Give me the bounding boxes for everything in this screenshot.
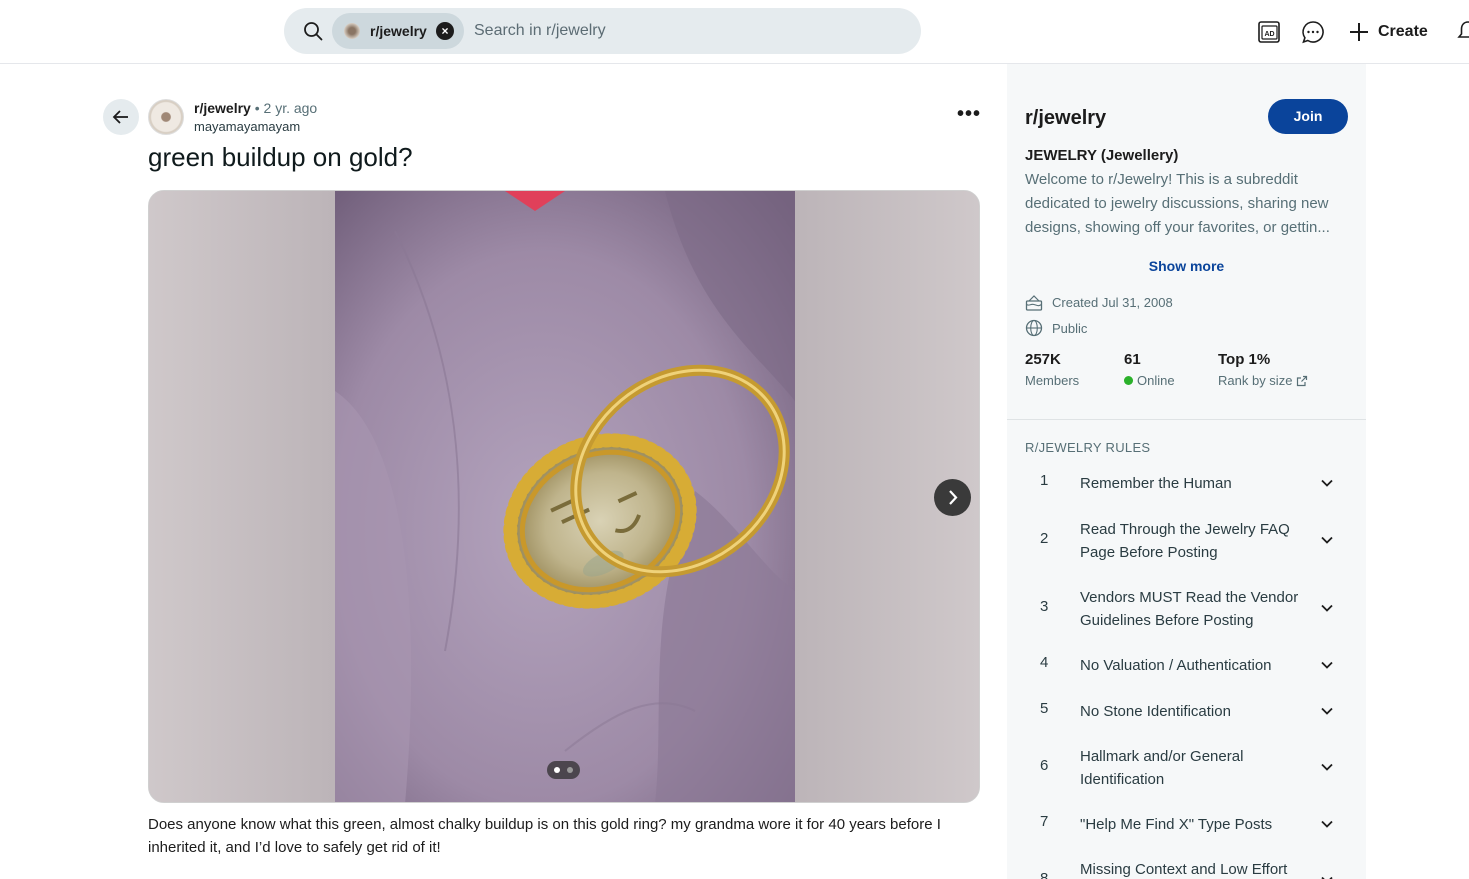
rule-text: Remember the Human bbox=[1080, 475, 1232, 492]
search-bar[interactable]: r/jewelry × Search in r/jewelry bbox=[284, 8, 921, 54]
gallery-backdrop-left bbox=[149, 191, 335, 802]
search-input[interactable]: Search in r/jewelry bbox=[474, 22, 606, 40]
rule-text: Hallmark and/or General Identification bbox=[1080, 748, 1244, 788]
show-more-link[interactable]: Show more bbox=[1007, 258, 1366, 274]
online-count: 61 bbox=[1124, 351, 1141, 368]
chat-icon[interactable] bbox=[1300, 19, 1326, 45]
meta-separator: • bbox=[254, 100, 260, 116]
next-image-button[interactable] bbox=[934, 479, 971, 516]
post-title: green buildup on gold? bbox=[148, 142, 413, 172]
rule-number: 6 bbox=[1040, 757, 1049, 774]
ring-photo bbox=[335, 191, 795, 802]
rule-text: Vendors MUST Read the Vendor Guidelines … bbox=[1080, 589, 1299, 629]
rank-label: Rank by size bbox=[1218, 373, 1293, 388]
rule-text: Missing Context and Low Effort bbox=[1080, 861, 1288, 878]
gallery-pager bbox=[547, 761, 580, 779]
post-author[interactable]: mayamayamayam bbox=[194, 119, 300, 134]
chevron-down-icon bbox=[1321, 707, 1333, 715]
search-icon bbox=[304, 22, 323, 41]
rule-number: 8 bbox=[1040, 870, 1049, 879]
chevron-down-icon bbox=[1321, 763, 1333, 771]
chevron-down-icon bbox=[1321, 604, 1333, 612]
subreddit-link[interactable]: r/jewelry bbox=[194, 100, 251, 116]
create-button[interactable]: Create bbox=[1348, 18, 1428, 46]
sidebar-divider bbox=[1007, 419, 1366, 420]
clear-scope-icon[interactable]: × bbox=[436, 22, 454, 40]
search-chip-label: r/jewelry bbox=[370, 23, 427, 39]
rule-text: No Valuation / Authentication bbox=[1080, 657, 1272, 674]
rank-stat[interactable]: Top 1% Rank by size bbox=[1218, 351, 1308, 388]
online-label: Online bbox=[1137, 373, 1175, 388]
rule-number: 1 bbox=[1040, 472, 1049, 489]
plus-icon bbox=[1350, 23, 1368, 41]
rule-text: Read Through the Jewelry FAQ Page Before… bbox=[1080, 521, 1290, 561]
rules-heading: R/JEWELRY RULES bbox=[1025, 440, 1151, 455]
top-header: r/jewelry × Search in r/jewelry AD Creat… bbox=[0, 0, 1469, 64]
members-label: Members bbox=[1025, 373, 1080, 388]
chevron-down-icon bbox=[1321, 479, 1333, 487]
chevron-right-icon bbox=[949, 490, 958, 505]
online-dot-icon bbox=[1124, 376, 1133, 385]
pager-dot-active bbox=[554, 767, 560, 773]
svg-text:AD: AD bbox=[1264, 31, 1274, 38]
chevron-down-icon bbox=[1321, 820, 1333, 828]
rule-number: 3 bbox=[1040, 598, 1049, 615]
community-title: JEWELRY (Jewellery) bbox=[1025, 147, 1179, 164]
search-scope-chip[interactable]: r/jewelry × bbox=[332, 13, 464, 49]
rule-number: 4 bbox=[1040, 654, 1049, 671]
post-age: 2 yr. ago bbox=[263, 100, 318, 116]
rule-number: 5 bbox=[1040, 700, 1049, 717]
created-date: Created Jul 31, 2008 bbox=[1052, 295, 1173, 310]
post-meta: r/jewelry • 2 yr. ago bbox=[194, 100, 317, 116]
join-button[interactable]: Join bbox=[1268, 99, 1348, 134]
globe-icon bbox=[1025, 319, 1043, 337]
chevron-down-icon bbox=[1321, 876, 1333, 879]
chevron-down-icon bbox=[1321, 536, 1333, 544]
subreddit-avatar[interactable] bbox=[148, 99, 184, 135]
more-options-button[interactable]: ••• bbox=[955, 104, 983, 130]
visibility-row: Public bbox=[1025, 319, 1087, 337]
pager-dot bbox=[567, 767, 573, 773]
image-gallery[interactable] bbox=[148, 190, 980, 803]
members-stat: 257K Members bbox=[1025, 351, 1079, 388]
community-sidebar: r/jewelry Join JEWELRY (Jewellery) Welco… bbox=[1007, 64, 1366, 879]
rule-number: 7 bbox=[1040, 813, 1049, 830]
rule-text: No Stone Identification bbox=[1080, 703, 1231, 720]
post-body: Does anyone know what this green, almost… bbox=[148, 816, 941, 856]
members-count: 257K bbox=[1025, 351, 1061, 368]
cake-icon bbox=[1025, 295, 1043, 311]
back-button[interactable] bbox=[103, 99, 139, 135]
arrow-left-icon bbox=[112, 110, 128, 124]
subreddit-avatar-small bbox=[344, 23, 360, 39]
create-label: Create bbox=[1378, 23, 1428, 40]
visibility-label: Public bbox=[1052, 320, 1088, 336]
rank-value: Top 1% bbox=[1218, 351, 1271, 368]
community-description: Welcome to r/Jewelry! This is a subreddi… bbox=[1025, 171, 1330, 236]
chevron-down-icon bbox=[1321, 661, 1333, 669]
rule-text: "Help Me Find X" Type Posts bbox=[1080, 816, 1273, 833]
external-link-icon bbox=[1297, 375, 1308, 386]
created-row: Created Jul 31, 2008 bbox=[1025, 294, 1173, 311]
rule-number: 2 bbox=[1040, 530, 1049, 547]
online-stat: 61 Online bbox=[1124, 351, 1175, 388]
ad-icon[interactable]: AD bbox=[1256, 19, 1282, 45]
community-name: r/jewelry bbox=[1025, 107, 1107, 129]
bell-icon[interactable] bbox=[1455, 19, 1469, 45]
